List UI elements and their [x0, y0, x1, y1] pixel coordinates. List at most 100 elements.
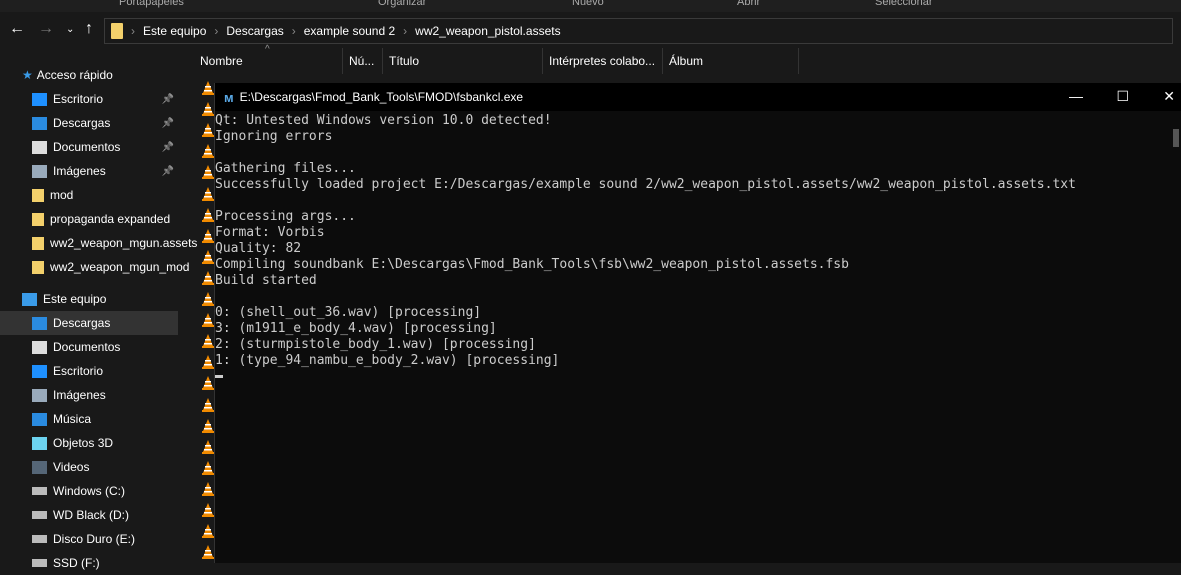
column-album[interactable]: Álbum: [669, 54, 703, 68]
sidebar-item[interactable]: Videos: [0, 455, 178, 479]
chevron-down-icon[interactable]: ⌄: [66, 24, 74, 35]
console-line: Qt: Untested Windows version 10.0 detect…: [215, 113, 552, 128]
breadcrumb-item[interactable]: ww2_weapon_pistol.assets: [415, 24, 560, 38]
library-icon: [32, 92, 47, 106]
sidebar-quick-access[interactable]: ★ Acceso rápido: [22, 63, 200, 87]
library-icon: [32, 116, 47, 130]
item-icon: [32, 388, 47, 402]
vlc-file-icon[interactable]: [201, 249, 215, 264]
sidebar-item[interactable]: Windows (C:): [0, 479, 178, 503]
vlc-file-icon[interactable]: [201, 207, 215, 222]
vlc-file-icon[interactable]: [201, 481, 215, 496]
sort-caret-icon: ^: [265, 44, 270, 55]
vlc-file-icon[interactable]: [201, 524, 215, 539]
column-artists[interactable]: Intérpretes colabo...: [549, 54, 655, 68]
console-line: Quality: 82: [215, 241, 302, 256]
sidebar-item[interactable]: Música: [0, 407, 178, 431]
sidebar-item[interactable]: Documentos 📌: [0, 135, 178, 159]
vlc-file-icon[interactable]: [201, 439, 215, 454]
vlc-file-icon[interactable]: [201, 376, 215, 391]
sidebar-item[interactable]: Escritorio: [0, 359, 178, 383]
vlc-file-icon[interactable]: [201, 313, 215, 328]
sidebar-item-label: Descargas: [53, 316, 111, 330]
vlc-file-icon[interactable]: [201, 397, 215, 412]
sidebar-item[interactable]: ww2_weapon_mgun_mod: [0, 255, 189, 279]
column-title[interactable]: Título: [389, 54, 419, 68]
star-icon: ★: [22, 68, 33, 82]
sidebar-this-pc[interactable]: Este equipo: [22, 287, 200, 311]
console-line: Ignoring errors: [215, 129, 333, 144]
vlc-file-icon[interactable]: [201, 355, 215, 370]
item-icon: [32, 340, 47, 354]
item-icon: [32, 460, 47, 474]
vlc-file-icon[interactable]: [201, 292, 215, 306]
console-output: Qt: Untested Windows version 10.0 detect…: [215, 113, 1169, 385]
breadcrumb-item[interactable]: Este equipo: [143, 24, 206, 38]
vlc-file-icon[interactable]: [201, 102, 215, 117]
pin-icon: 📌: [161, 93, 174, 105]
sidebar-item-label: Imágenes: [53, 164, 106, 178]
sidebar-item-label: Documentos: [53, 340, 121, 354]
navigation-bar: ← → ⌄ ↑ › Este equipo › Descargas › example…: [0, 16, 1181, 46]
console-line: 0: (shell_out_36.wav) [processing]: [215, 305, 482, 320]
sidebar-item-label: Descargas: [53, 116, 111, 130]
item-icon: [32, 412, 47, 426]
item-icon: [32, 316, 47, 330]
vlc-file-icon[interactable]: [201, 165, 215, 180]
console-line: 1: (type_94_nambu_e_body_2.wav) [process…: [215, 353, 560, 368]
vlc-file-icon[interactable]: [201, 144, 215, 159]
console-line: 2: (sturmpistole_body_1.wav) [processing…: [215, 337, 536, 352]
sidebar-item[interactable]: Descargas 📌: [0, 111, 178, 135]
address-bar[interactable]: › Este equipo › Descargas › example sound 2…: [104, 18, 1173, 44]
breadcrumb-item[interactable]: example sound 2: [304, 24, 395, 38]
folder-icon: [32, 260, 44, 274]
sidebar-item-label: Documentos: [53, 140, 121, 154]
vlc-file-icon[interactable]: [201, 186, 215, 201]
vlc-file-icon[interactable]: [201, 418, 215, 433]
vlc-file-icon[interactable]: [201, 334, 215, 349]
vlc-file-icon[interactable]: [201, 81, 215, 95]
column-name[interactable]: Nombre: [200, 54, 243, 68]
sidebar-item[interactable]: ww2_weapon_mgun.assets: [0, 231, 197, 255]
sidebar-item[interactable]: mod: [0, 183, 178, 207]
console-cursor: [215, 369, 1169, 385]
sidebar-item[interactable]: SSD (F:): [0, 551, 178, 575]
close-button[interactable]: ✕: [1163, 88, 1175, 105]
folder-icon: [32, 212, 44, 226]
vlc-file-icon[interactable]: [201, 228, 215, 243]
breadcrumb-item[interactable]: Descargas: [226, 24, 283, 38]
vlc-file-icon[interactable]: [201, 123, 215, 138]
sidebar-item[interactable]: Documentos: [0, 335, 178, 359]
console-title-bar[interactable]: ᴍ E:\Descargas\Fmod_Bank_Tools\FMOD\fsba…: [215, 83, 1181, 111]
console-window[interactable]: ᴍ E:\Descargas\Fmod_Bank_Tools\FMOD\fsba…: [214, 83, 1181, 563]
sidebar-item[interactable]: Imágenes: [0, 383, 178, 407]
sidebar-item[interactable]: Objetos 3D: [0, 431, 178, 455]
vlc-file-icon[interactable]: [201, 270, 215, 285]
column-number[interactable]: Nú...: [349, 54, 374, 68]
maximize-button[interactable]: ☐: [1116, 88, 1129, 105]
sidebar-item-label: Videos: [53, 460, 90, 474]
sidebar-item[interactable]: Descargas: [0, 311, 178, 335]
sidebar-item[interactable]: Imágenes 📌: [0, 159, 178, 183]
back-arrow-icon[interactable]: ←: [9, 20, 25, 38]
console-line: Format: Vorbis: [215, 225, 325, 240]
vlc-file-icon[interactable]: [201, 460, 215, 475]
sidebar-item[interactable]: propaganda expanded: [0, 207, 178, 231]
sidebar-item[interactable]: WD Black (D:): [0, 503, 178, 527]
forward-arrow-icon[interactable]: →: [38, 20, 54, 38]
item-icon: [32, 436, 47, 450]
up-arrow-icon[interactable]: ↑: [85, 20, 93, 38]
pin-icon: 📌: [161, 165, 174, 177]
scrollbar-thumb[interactable]: [1173, 129, 1179, 147]
vlc-file-icon[interactable]: [201, 545, 215, 560]
vlc-file-icon[interactable]: [201, 503, 215, 517]
minimize-button[interactable]: —: [1069, 88, 1083, 104]
console-title: E:\Descargas\Fmod_Bank_Tools\FMOD\fsbank…: [239, 90, 524, 104]
ribbon-group: Portapapeles: [119, 0, 184, 8]
library-icon: [32, 140, 47, 154]
sidebar-item[interactable]: Disco Duro (E:): [0, 527, 178, 551]
sidebar-item[interactable]: Escritorio 📌: [0, 87, 178, 111]
folder-icon: [32, 188, 44, 202]
